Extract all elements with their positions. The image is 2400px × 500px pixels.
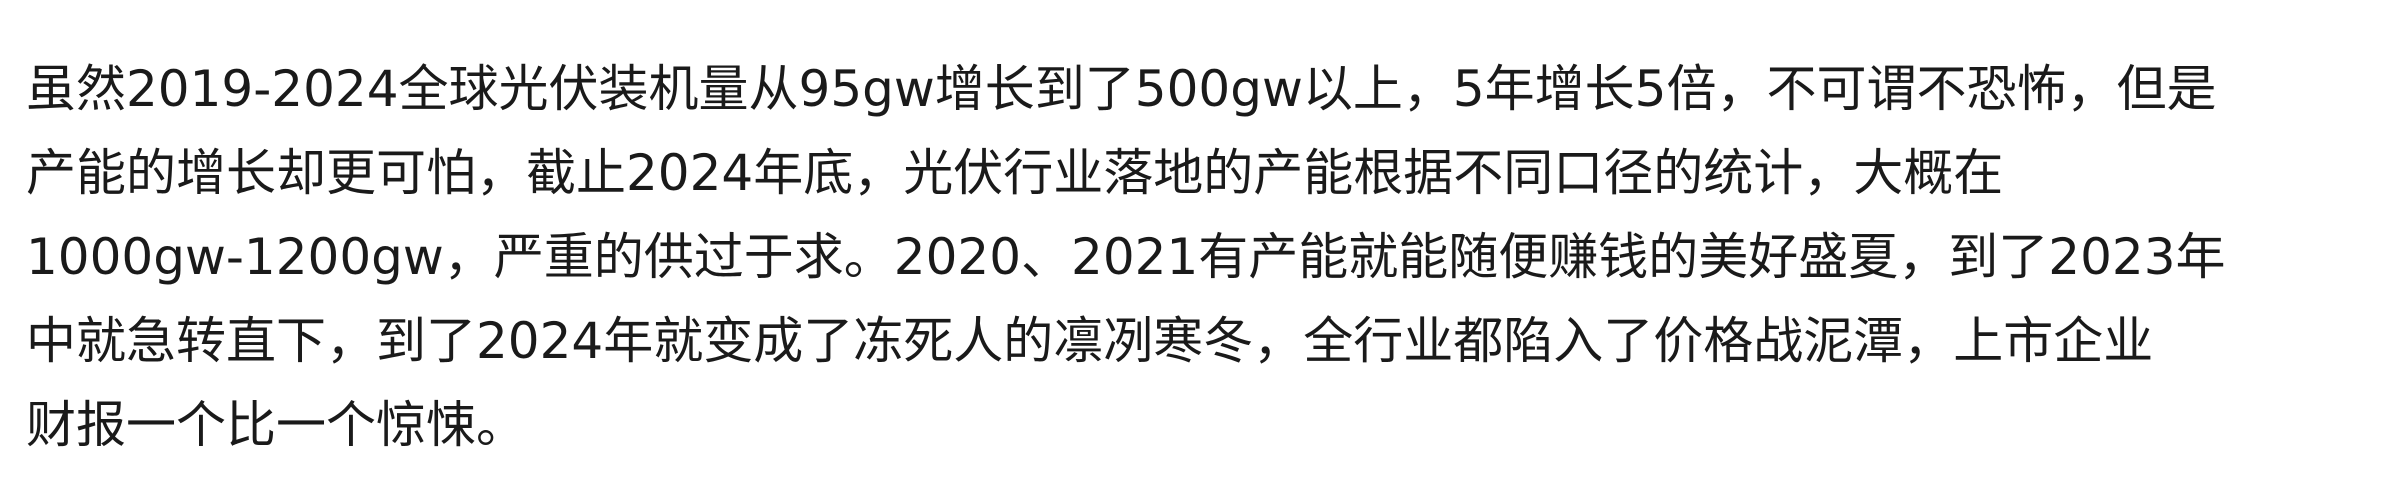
paragraph-line: 1000gw-1200gw，严重的供过于求。2020、2021有产能就能随便赚钱… (26, 228, 2226, 286)
paragraph-line: 中就急转直下，到了2024年就变成了冻死人的凛冽寒冬，全行业都陷入了价格战泥潭，… (26, 312, 2154, 370)
paragraph-line: 财报一个比一个惊悚。 (26, 396, 526, 454)
paragraph-line: 虽然2019-2024全球光伏装机量从95gw增长到了500gw以上，5年增长5… (26, 60, 2217, 118)
article-paragraph: 虽然2019-2024全球光伏装机量从95gw增长到了500gw以上，5年增长5… (26, 47, 2386, 467)
paragraph-line: 产能的增长却更可怕，截止2024年底，光伏行业落地的产能根据不同口径的统计，大概… (26, 144, 2004, 202)
